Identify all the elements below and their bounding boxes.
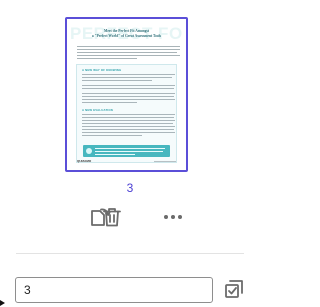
more-options-button[interactable] (161, 205, 185, 229)
content-panel: A NEW WAY OF KNOWING A NEW EVALUATION (76, 64, 177, 163)
section-divider (16, 253, 244, 254)
panel-text-line (82, 120, 175, 122)
panel-text-line (82, 77, 172, 79)
intro-text-line (77, 55, 180, 57)
intro-text-line (77, 58, 137, 60)
callout-text-line (95, 148, 165, 150)
intro-text-line (77, 52, 177, 54)
page-number-input[interactable] (15, 277, 213, 303)
section-heading: A NEW WAY OF KNOWING (82, 68, 122, 72)
panel-text-line (82, 123, 173, 125)
select-page-button[interactable] (222, 279, 246, 303)
panel-text-line (82, 129, 174, 131)
thumbnail-title-line-2: a "Perfect World" of Great Assessment To… (91, 33, 162, 38)
panel-text-line (82, 117, 174, 119)
more-horizontal-icon (162, 206, 184, 228)
panel-text-line (82, 74, 175, 76)
panel-text-line (82, 85, 175, 87)
panel-text-line (82, 132, 175, 134)
panel-text-line (82, 93, 175, 95)
panel-text-line (82, 126, 175, 128)
delete-page-button[interactable] (100, 205, 124, 229)
panel-text-line (82, 88, 174, 90)
cursor-caret-icon (0, 300, 5, 306)
trash-icon (101, 206, 123, 228)
callout-text-line (95, 154, 135, 156)
intro-text-line (77, 49, 180, 51)
callout-icon (86, 148, 92, 154)
footer-logo: QUIZAMO (77, 159, 92, 163)
panel-text-line (82, 99, 175, 101)
intro-text-line (77, 46, 180, 48)
page-thumbnail[interactable]: PERFECT FORM Meet the Perfect Fit Amongs… (65, 17, 188, 172)
page-preview: PERFECT FORM Meet the Perfect Fit Amongs… (70, 22, 183, 167)
footer-text-line (154, 161, 176, 162)
panel-text-line (82, 135, 142, 137)
panel-text-line (82, 96, 174, 98)
thumbnail-title: Meet the Perfect Fit Amongst a "Perfect … (80, 29, 173, 38)
panel-text-line (82, 114, 175, 116)
section-heading: A NEW EVALUATION (82, 108, 113, 112)
select-checkbox-icon (223, 278, 245, 305)
panel-text-line (82, 102, 137, 104)
page-number-label: 3 (126, 181, 134, 195)
callout-box (83, 145, 170, 157)
callout-text-line (95, 151, 163, 153)
panel-text-line (82, 80, 152, 82)
